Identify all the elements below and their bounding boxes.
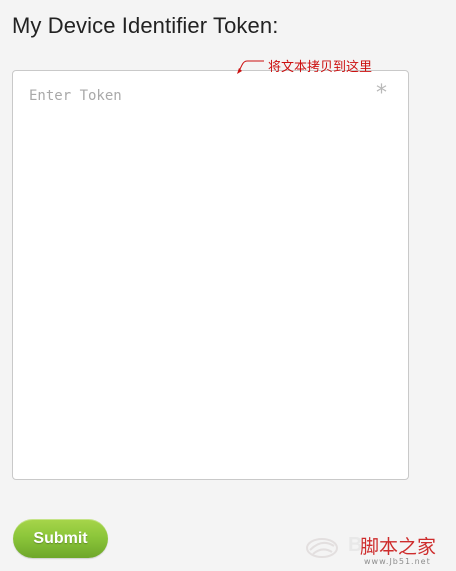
page-title: My Device Identifier Token: bbox=[12, 13, 279, 38]
site-watermark: B 脚本之家 www.Jb51.net bbox=[304, 530, 454, 568]
page: My Device Identifier Token: * 将文本拷贝到这里 S… bbox=[0, 0, 456, 571]
token-input[interactable] bbox=[13, 71, 408, 479]
watermark-site-name: 脚本之家 bbox=[360, 536, 437, 558]
required-asterisk: * bbox=[376, 81, 387, 106]
watermark-logo-icon bbox=[306, 538, 338, 558]
token-field-container: * bbox=[12, 70, 409, 480]
submit-button[interactable]: Submit bbox=[13, 519, 108, 558]
watermark-url: www.Jb51.net bbox=[364, 557, 431, 566]
